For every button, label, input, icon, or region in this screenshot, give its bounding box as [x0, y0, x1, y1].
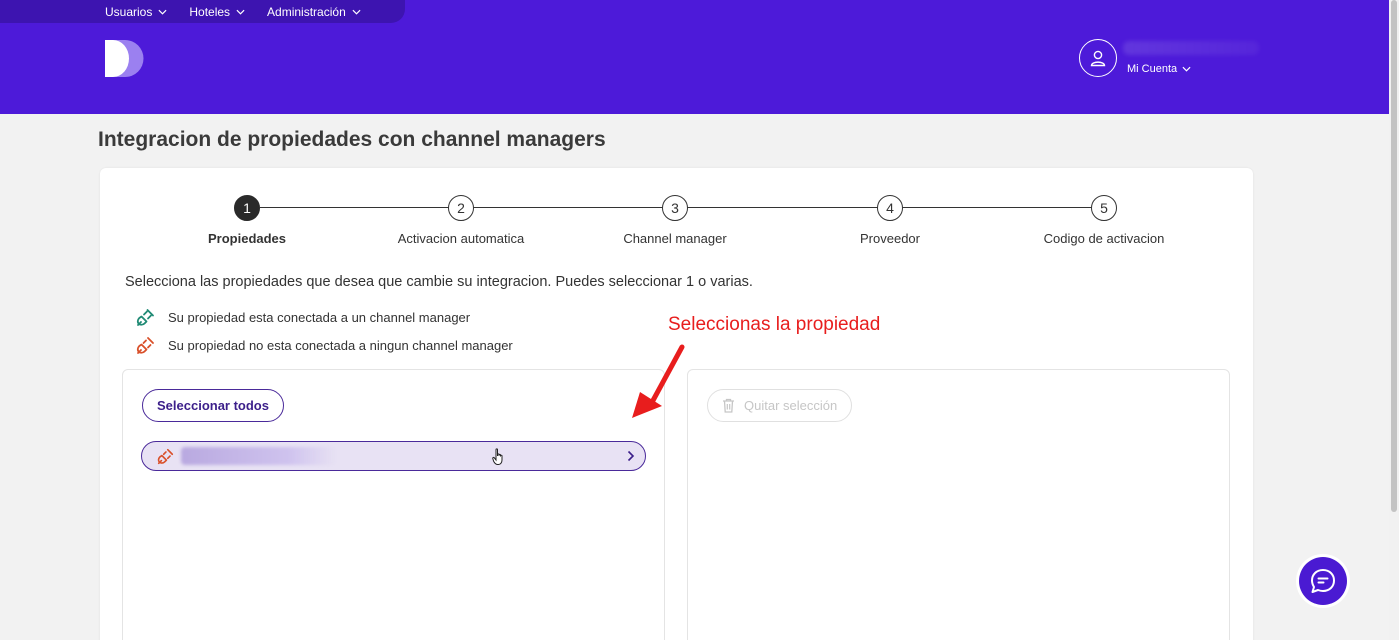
chevron-down-icon: [158, 9, 167, 15]
step-number: 5: [1091, 195, 1117, 221]
chat-support-button[interactable]: [1299, 557, 1347, 605]
step-label: Codigo de activacion: [1043, 231, 1165, 246]
step-channel-manager: 3 Channel manager: [575, 195, 775, 246]
account-label[interactable]: Mi Cuenta: [1127, 63, 1191, 75]
step-label: Activacion automatica: [397, 231, 525, 246]
scrollbar-thumb[interactable]: [1391, 0, 1397, 512]
selected-properties-panel: Quitar selección: [687, 369, 1230, 640]
property-name-redacted: [181, 447, 336, 465]
app-header: Usuarios Hoteles Administración Mi Cuent…: [0, 0, 1389, 114]
step-label: Channel manager: [623, 231, 727, 246]
nav-item-administracion[interactable]: Administración: [267, 5, 361, 19]
select-all-button[interactable]: Seleccionar todos: [142, 389, 284, 422]
legend-connected: Su propiedad esta conectada a un channel…: [135, 307, 470, 328]
step-activacion-automatica: 2 Activacion automatica: [361, 195, 561, 246]
page-title: Integracion de propiedades con channel m…: [98, 128, 606, 151]
clear-selection-label: Quitar selección: [744, 398, 838, 413]
select-all-label: Seleccionar todos: [157, 398, 269, 413]
chevron-down-icon: [1182, 66, 1191, 72]
annotation-text: Seleccionas la propiedad: [668, 314, 881, 335]
step-number: 3: [662, 195, 688, 221]
account-menu[interactable]: Mi Cuenta: [1079, 39, 1259, 77]
legend-disconnected-label: Su propiedad no esta conectada a ningun …: [168, 338, 513, 353]
nav-item-usuarios[interactable]: Usuarios: [105, 5, 167, 19]
plug-disconnected-icon: [136, 337, 154, 354]
instructions-text: Selecciona las propiedades que desea que…: [125, 274, 753, 290]
chevron-right-icon: [627, 450, 635, 462]
trash-icon: [723, 398, 734, 413]
account-name-redacted: [1123, 41, 1259, 55]
nav-item-label: Usuarios: [105, 4, 153, 19]
step-number: 4: [877, 195, 903, 221]
chevron-down-icon: [236, 9, 245, 15]
brand-logo[interactable]: [105, 40, 145, 77]
account-label-text: Mi Cuenta: [1127, 63, 1178, 75]
user-avatar-icon[interactable]: [1079, 39, 1117, 77]
step-number: 1: [234, 195, 260, 221]
step-proveedor: 4 Proveedor: [790, 195, 990, 246]
chat-icon: [1311, 569, 1335, 593]
legend-connected-label: Su propiedad esta conectada a un channel…: [168, 310, 471, 325]
legend-disconnected: Su propiedad no esta conectada a ningun …: [135, 335, 513, 356]
step-label: Proveedor: [860, 231, 920, 246]
property-list-item[interactable]: [141, 441, 646, 471]
nav-item-hoteles[interactable]: Hoteles: [189, 5, 245, 19]
top-nav: Usuarios Hoteles Administración: [0, 0, 405, 23]
step-number: 2: [448, 195, 474, 221]
plug-disconnected-icon: [157, 448, 174, 464]
available-properties-panel: Seleccionar todos: [122, 369, 665, 640]
annotation-arrow-icon: [632, 344, 685, 418]
plug-connected-icon: [136, 309, 154, 326]
chevron-down-icon: [352, 9, 361, 15]
step-codigo-activacion: 5 Codigo de activacion: [1004, 195, 1204, 246]
nav-item-label: Administración: [267, 4, 346, 19]
nav-item-label: Hoteles: [189, 4, 231, 19]
hand-cursor-icon: [492, 448, 503, 465]
step-label: Propiedades: [207, 231, 287, 246]
step-propiedades: 1 Propiedades: [147, 195, 347, 246]
clear-selection-button[interactable]: Quitar selección: [707, 389, 853, 422]
